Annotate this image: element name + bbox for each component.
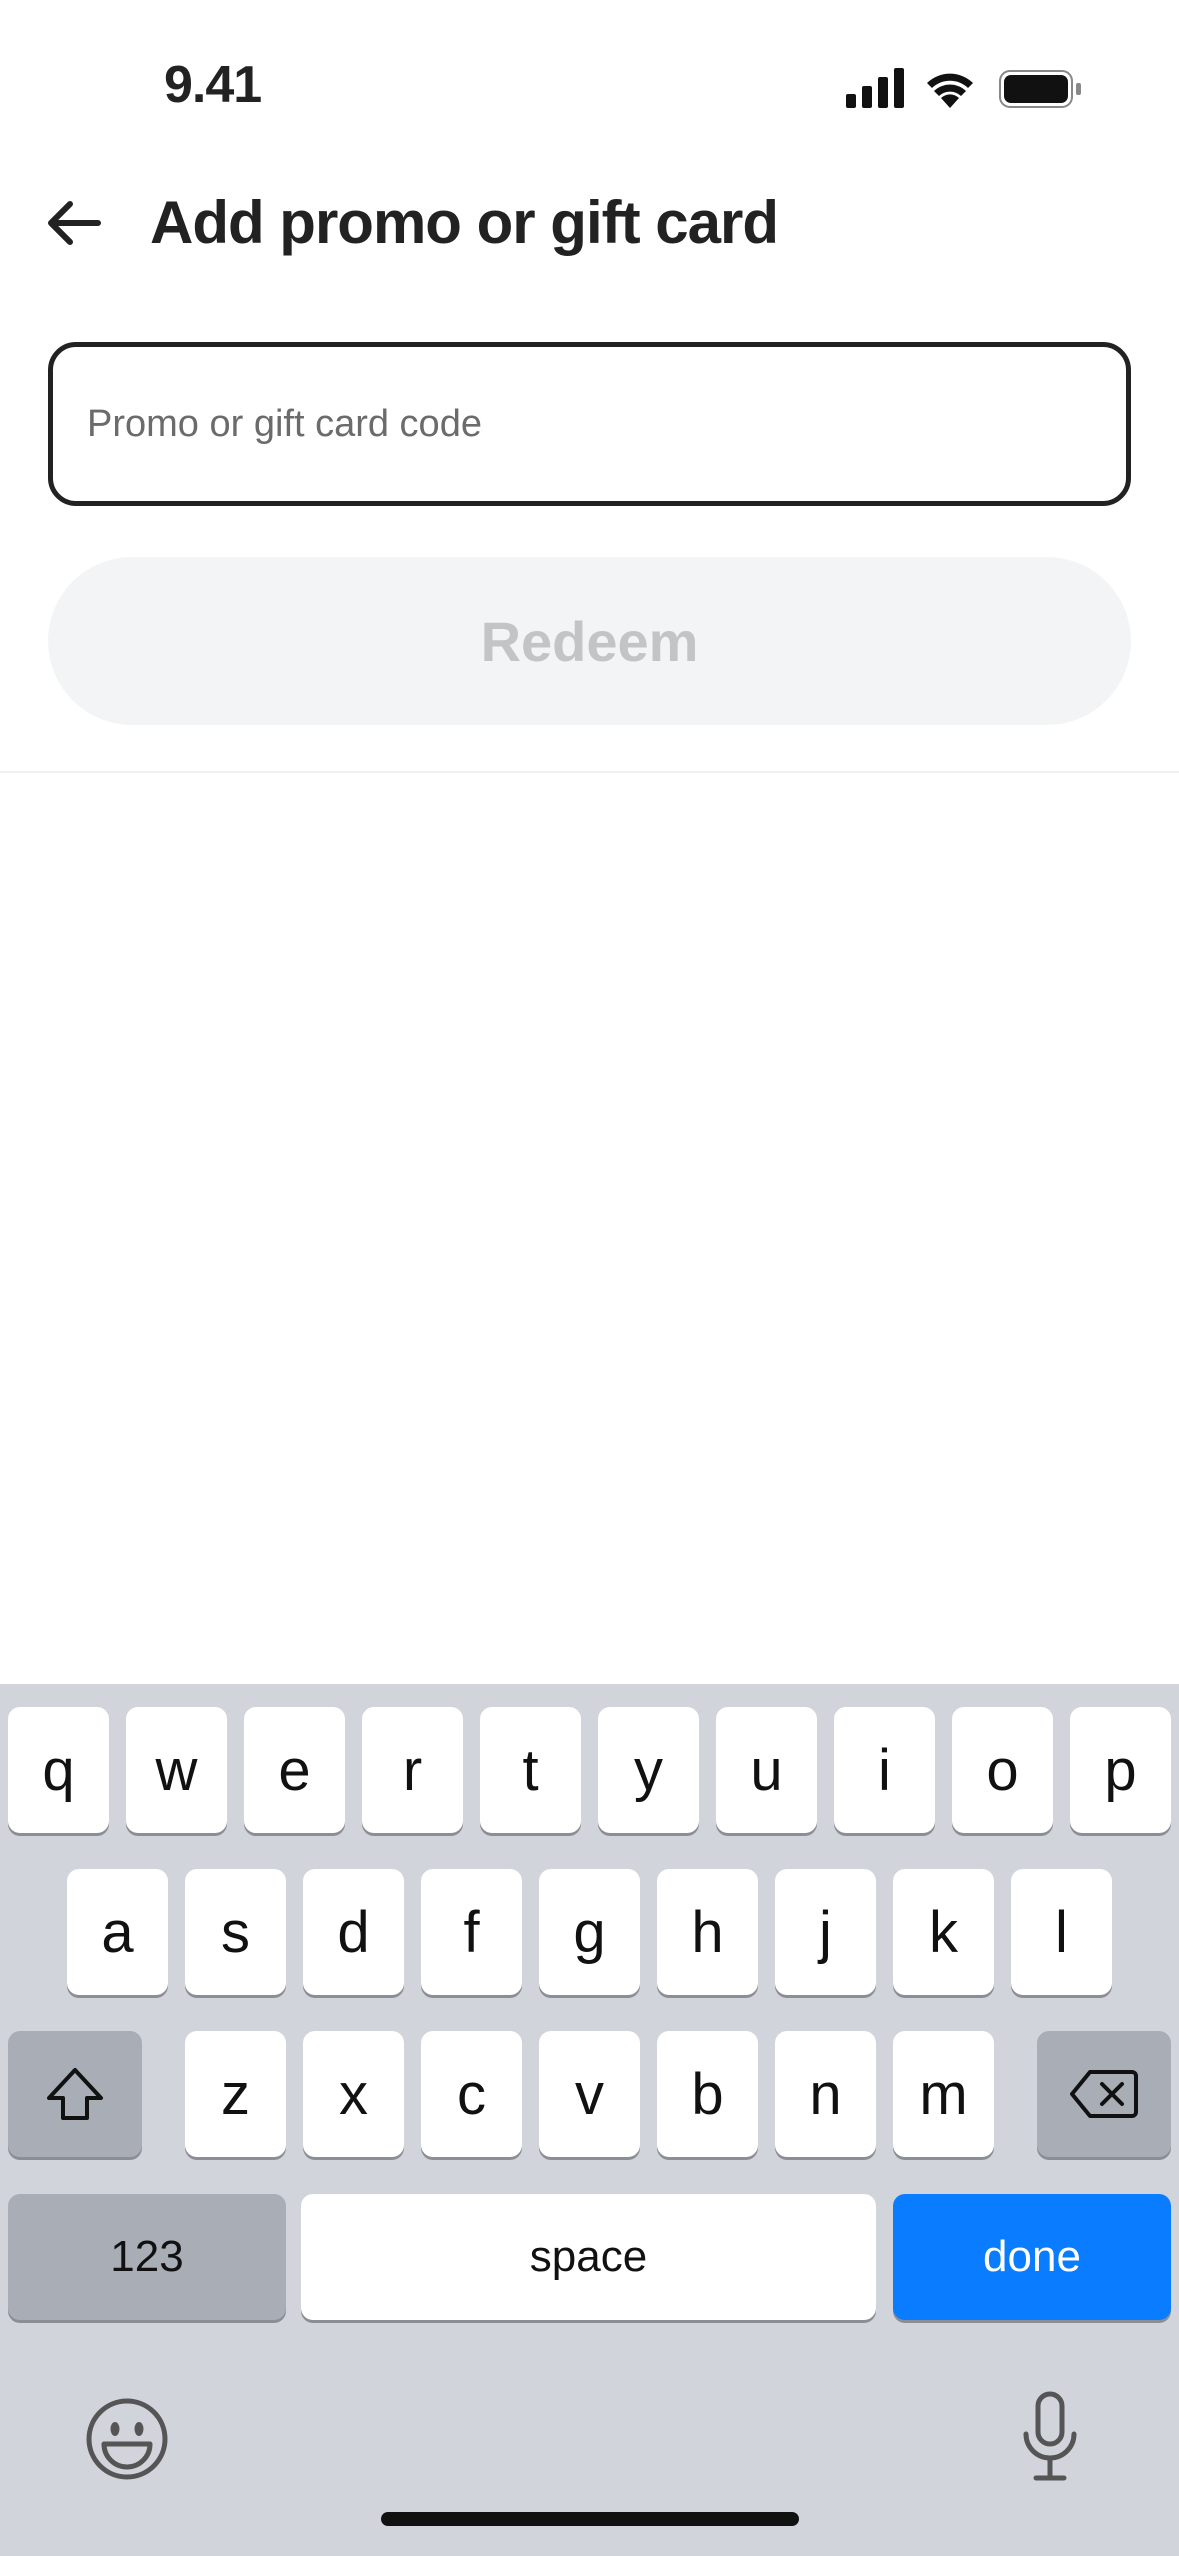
key-h[interactable]: h xyxy=(657,1869,758,1995)
done-key[interactable]: done xyxy=(893,2194,1171,2320)
key-j[interactable]: j xyxy=(775,1869,876,1995)
numbers-key[interactable]: 123 xyxy=(8,2194,286,2320)
keyboard: q w e r t y u i o p a s d f g h j k l z … xyxy=(0,1684,1179,2556)
key-v[interactable]: v xyxy=(539,2031,640,2157)
key-x[interactable]: x xyxy=(303,2031,404,2157)
divider xyxy=(0,771,1179,773)
space-key[interactable]: space xyxy=(301,2194,876,2320)
key-g[interactable]: g xyxy=(539,1869,640,1995)
back-arrow-icon[interactable] xyxy=(40,190,106,256)
backspace-icon xyxy=(1070,2070,1138,2118)
key-a[interactable]: a xyxy=(67,1869,168,1995)
key-o[interactable]: o xyxy=(952,1707,1053,1833)
key-k[interactable]: k xyxy=(893,1869,994,1995)
key-l[interactable]: l xyxy=(1011,1869,1112,1995)
key-q[interactable]: q xyxy=(8,1707,109,1833)
key-y[interactable]: y xyxy=(598,1707,699,1833)
shift-icon xyxy=(47,2068,103,2120)
status-bar: 9.41 xyxy=(0,0,1179,170)
key-n[interactable]: n xyxy=(775,2031,876,2157)
shift-key[interactable] xyxy=(8,2031,142,2157)
key-w[interactable]: w xyxy=(126,1707,227,1833)
key-i[interactable]: i xyxy=(834,1707,935,1833)
key-m[interactable]: m xyxy=(893,2031,994,2157)
home-indicator[interactable] xyxy=(381,2512,799,2526)
battery-icon xyxy=(999,70,1081,108)
emoji-icon[interactable] xyxy=(84,2396,170,2482)
status-time: 9.41 xyxy=(164,56,262,114)
key-f[interactable]: f xyxy=(421,1869,522,1995)
key-e[interactable]: e xyxy=(244,1707,345,1833)
key-d[interactable]: d xyxy=(303,1869,404,1995)
key-u[interactable]: u xyxy=(716,1707,817,1833)
promo-code-field[interactable] xyxy=(48,342,1131,506)
promo-code-input[interactable] xyxy=(53,347,1126,501)
key-b[interactable]: b xyxy=(657,2031,758,2157)
delete-key[interactable] xyxy=(1037,2031,1171,2157)
key-s[interactable]: s xyxy=(185,1869,286,1995)
key-p[interactable]: p xyxy=(1070,1707,1171,1833)
key-z[interactable]: z xyxy=(185,2031,286,2157)
microphone-icon[interactable] xyxy=(1018,2390,1082,2484)
key-t[interactable]: t xyxy=(480,1707,581,1833)
page-title: Add promo or gift card xyxy=(150,189,779,256)
wifi-icon xyxy=(927,73,973,108)
key-r[interactable]: r xyxy=(362,1707,463,1833)
signal-icon xyxy=(846,68,904,108)
key-c[interactable]: c xyxy=(421,2031,522,2157)
redeem-button[interactable]: Redeem xyxy=(48,557,1131,725)
header: Add promo or gift card xyxy=(0,170,1179,290)
status-icons xyxy=(846,68,1081,108)
